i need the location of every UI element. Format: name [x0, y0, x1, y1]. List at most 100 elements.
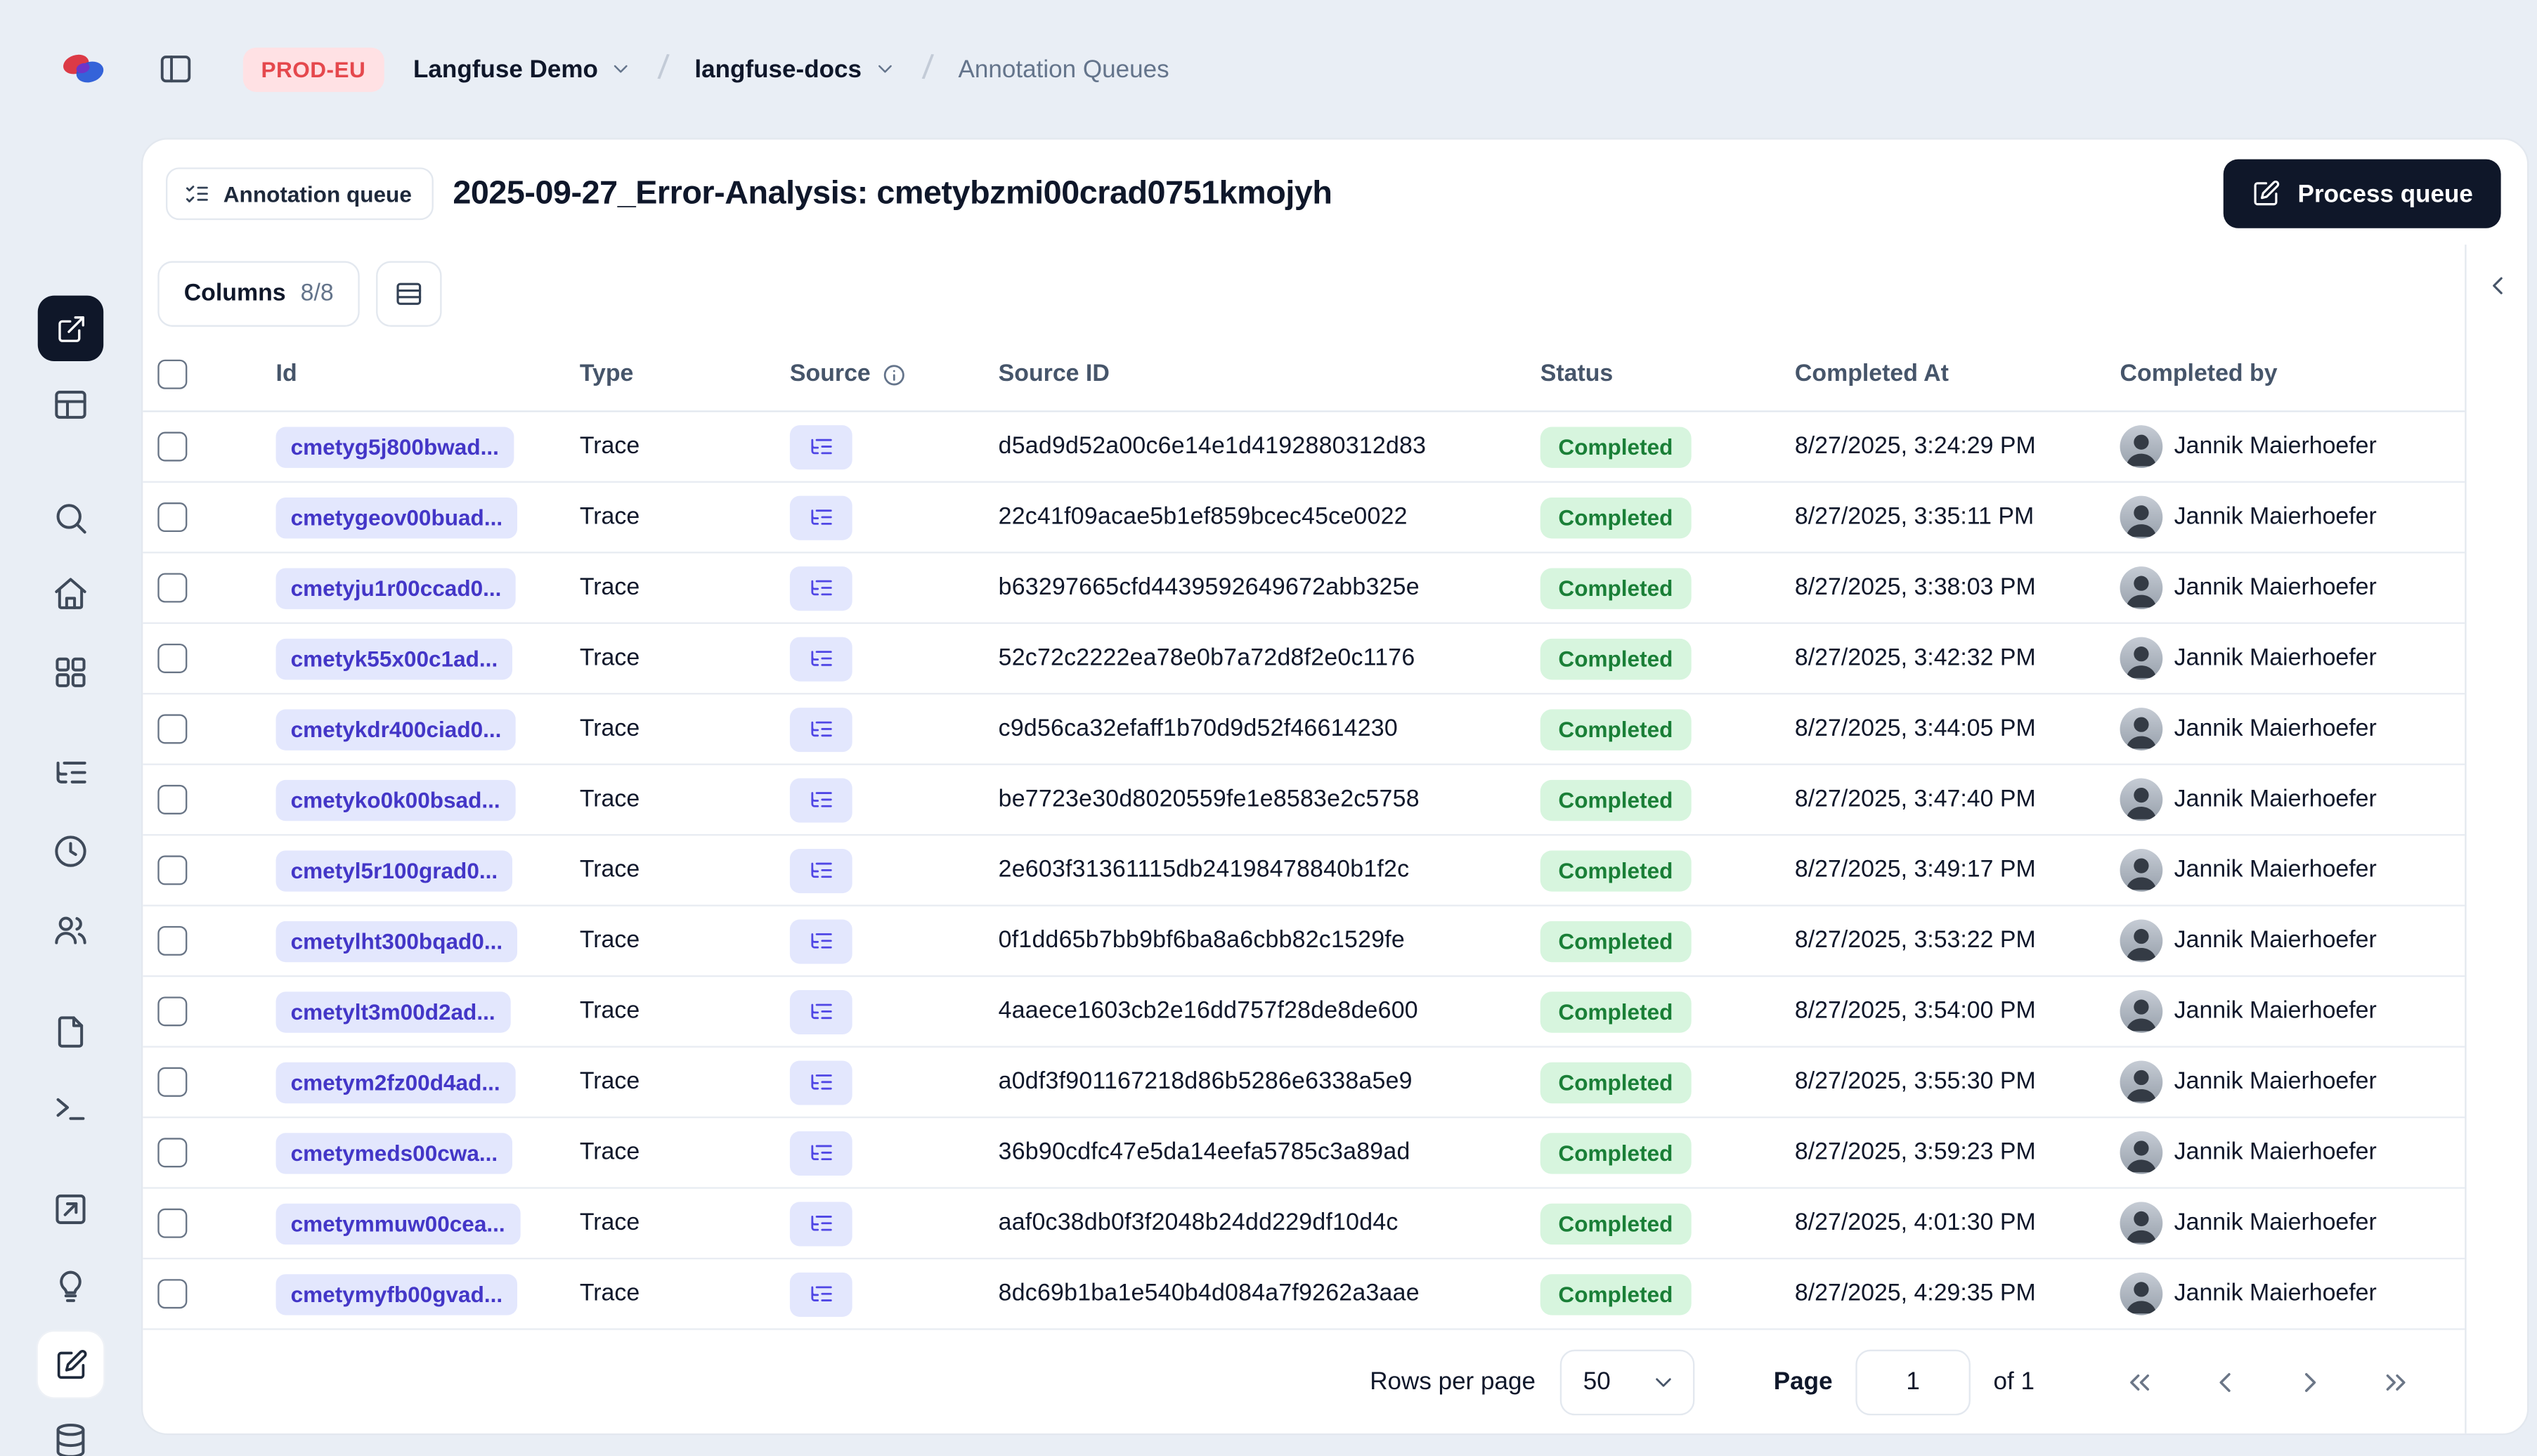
- trace-source-chip[interactable]: [789, 777, 852, 822]
- sidebar-toggle-icon[interactable]: [157, 51, 193, 86]
- row-id-link[interactable]: cmetyl5r100grad0...: [275, 850, 513, 891]
- right-panel-rail: [2465, 245, 2527, 1434]
- columns-button[interactable]: Columns 8/8: [157, 261, 361, 327]
- trace-source-chip[interactable]: [789, 636, 852, 681]
- row-checkbox[interactable]: [157, 784, 188, 814]
- project-selector[interactable]: langfuse-docs: [694, 55, 896, 83]
- completed-by-name: Jannik Maierhoefer: [2174, 574, 2377, 602]
- open-app-button[interactable]: [37, 295, 104, 362]
- sidebar-item-prompts[interactable]: [52, 1013, 90, 1051]
- table-row[interactable]: cmetymyfb00gvad... Trace 8dc69b1ba1e540b…: [143, 1259, 2465, 1330]
- row-id-link[interactable]: cmetymyfb00gvad...: [275, 1273, 518, 1315]
- sidebar-item-search[interactable]: [52, 499, 90, 537]
- row-checkbox[interactable]: [157, 996, 188, 1027]
- row-checkbox[interactable]: [157, 1067, 188, 1097]
- row-completed-by: Jannik Maierhoefer: [2110, 708, 2465, 750]
- row-height-button[interactable]: [376, 261, 443, 327]
- trace-source-chip[interactable]: [789, 989, 852, 1034]
- sidebar-item-playground[interactable]: [52, 1088, 90, 1126]
- table-row[interactable]: cmetykdr400ciad0... Trace c9d56ca32efaff…: [143, 694, 2465, 765]
- trace-source-chip[interactable]: [789, 1271, 852, 1316]
- table-row[interactable]: cmetyk55x00c1ad... Trace 52c72c2222ea78e…: [143, 624, 2465, 695]
- sidebar-item-annotation-active[interactable]: [37, 1331, 104, 1398]
- trace-source-chip[interactable]: [789, 565, 852, 611]
- trace-source-chip[interactable]: [789, 1130, 852, 1175]
- column-header-completed-by[interactable]: Completed by: [2110, 360, 2465, 386]
- sidebar-item-sessions[interactable]: [52, 833, 90, 871]
- page-number-input[interactable]: [1855, 1348, 1971, 1415]
- chevron-down-icon: [1651, 1369, 1677, 1395]
- process-queue-button[interactable]: Process queue: [2224, 159, 2501, 228]
- trace-source-chip[interactable]: [789, 495, 852, 540]
- table-row[interactable]: cmetyl5r100grad0... Trace 2e603f31361115…: [143, 836, 2465, 906]
- column-header-source[interactable]: Source: [780, 360, 989, 386]
- info-icon[interactable]: [882, 362, 907, 386]
- table-row[interactable]: cmetygeov00buad... Trace 22c41f09acae5b1…: [143, 483, 2465, 554]
- sidebar-item-evaluation[interactable]: [52, 1190, 90, 1228]
- row-checkbox[interactable]: [157, 1279, 188, 1309]
- row-checkbox[interactable]: [157, 714, 188, 744]
- next-page-button[interactable]: [2281, 1352, 2340, 1411]
- previous-page-button[interactable]: [2195, 1352, 2254, 1411]
- row-checkbox[interactable]: [157, 502, 188, 533]
- trace-source-chip[interactable]: [789, 847, 852, 892]
- trace-source-chip[interactable]: [789, 1201, 852, 1246]
- row-checkbox[interactable]: [157, 573, 188, 603]
- rows-per-page-select[interactable]: 50: [1560, 1348, 1695, 1415]
- row-id-link[interactable]: cmetygeov00buad...: [275, 496, 518, 538]
- table-row[interactable]: cmetymmuw00cea... Trace aaf0c38db0f3f204…: [143, 1189, 2465, 1260]
- row-id-link[interactable]: cmetyju1r00ccad0...: [275, 567, 517, 609]
- row-id-link[interactable]: cmetylht300bqad0...: [275, 920, 518, 962]
- sidebar-item-traces[interactable]: [52, 753, 90, 791]
- trace-source-chip[interactable]: [789, 1060, 852, 1105]
- trace-source-chip[interactable]: [789, 706, 852, 751]
- completed-by-name: Jannik Maierhoefer: [2174, 786, 2377, 813]
- trace-source-chip[interactable]: [789, 918, 852, 963]
- row-completed-by: Jannik Maierhoefer: [2110, 566, 2465, 609]
- sidebar-item-datasets[interactable]: [52, 1422, 90, 1456]
- row-source-id: 2e603f31361115db24198478840b1f2c: [998, 857, 1410, 884]
- row-checkbox[interactable]: [157, 431, 188, 462]
- sidebar-item-home[interactable]: [52, 575, 90, 613]
- sidebar-item-insights[interactable]: [52, 1268, 90, 1306]
- row-id-link[interactable]: cmetykdr400ciad0...: [275, 708, 517, 750]
- table-row[interactable]: cmetyju1r00ccad0... Trace b63297665cfd44…: [143, 553, 2465, 624]
- last-page-button[interactable]: [2366, 1352, 2425, 1411]
- row-id-link[interactable]: cmetymeds00cwa...: [275, 1132, 513, 1174]
- column-header-type[interactable]: Type: [570, 360, 780, 386]
- row-checkbox[interactable]: [157, 1208, 188, 1238]
- collapse-panel-icon[interactable]: [2482, 271, 2512, 301]
- column-header-id[interactable]: Id: [266, 360, 570, 386]
- table-row[interactable]: cmetyg5j800bwad... Trace d5ad9d52a00c6e1…: [143, 412, 2465, 483]
- first-page-button[interactable]: [2110, 1352, 2169, 1411]
- row-id-link[interactable]: cmetyk55x00c1ad...: [275, 637, 513, 680]
- row-id-link[interactable]: cmetyg5j800bwad...: [275, 426, 514, 467]
- row-checkbox[interactable]: [157, 643, 188, 674]
- row-id-link[interactable]: cmetyko0k00bsad...: [275, 779, 515, 821]
- user-avatar: [2120, 637, 2163, 680]
- environment-badge[interactable]: PROD-EU: [242, 46, 384, 91]
- table-row[interactable]: cmetyko0k00bsad... Trace be7723e30d80205…: [143, 765, 2465, 836]
- table-row[interactable]: cmetylht300bqad0... Trace 0f1dd65b7bb9bf…: [143, 906, 2465, 977]
- annotation-queue-badge[interactable]: Annotation queue: [165, 167, 434, 221]
- sidebar-item-users[interactable]: [52, 911, 90, 949]
- row-checkbox[interactable]: [157, 925, 188, 956]
- row-source-id: 4aaece1603cb2e16dd757f28de8de600: [998, 998, 1418, 1025]
- column-header-source-id[interactable]: Source ID: [989, 360, 1531, 386]
- sidebar-item-dashboards[interactable]: [52, 654, 90, 691]
- row-checkbox[interactable]: [157, 855, 188, 885]
- table-row[interactable]: cmetylt3m00d2ad... Trace 4aaece1603cb2e1…: [143, 977, 2465, 1048]
- row-id-link[interactable]: cmetymmuw00cea...: [275, 1202, 520, 1244]
- column-header-status[interactable]: Status: [1531, 360, 1785, 386]
- table-row[interactable]: cmetymeds00cwa... Trace 36b90cdfc47e5da1…: [143, 1118, 2465, 1189]
- list-tree-icon: [811, 792, 832, 807]
- sidebar-item-tables[interactable]: [52, 386, 90, 424]
- column-header-completed-at[interactable]: Completed At: [1785, 360, 2110, 386]
- row-checkbox[interactable]: [157, 1138, 188, 1168]
- trace-source-chip[interactable]: [789, 424, 852, 469]
- row-id-link[interactable]: cmetylt3m00d2ad...: [275, 991, 510, 1032]
- row-id-link[interactable]: cmetym2fz00d4ad...: [275, 1061, 515, 1103]
- table-row[interactable]: cmetym2fz00d4ad... Trace a0df3f901167218…: [143, 1048, 2465, 1119]
- org-selector[interactable]: Langfuse Demo: [413, 55, 632, 83]
- select-all-checkbox[interactable]: [157, 358, 188, 389]
